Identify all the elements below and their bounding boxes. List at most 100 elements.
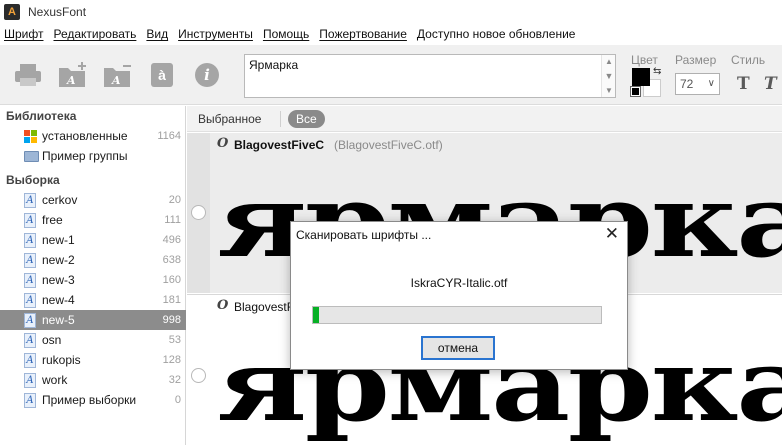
font-set-icon: A: [24, 233, 36, 248]
info-icon: i: [195, 63, 219, 87]
color-label: Цвет: [631, 53, 658, 67]
app-logo-icon: A: [4, 3, 20, 20]
library-section-title: Библиотека: [6, 109, 77, 123]
sidebar-item-free[interactable]: A free 111: [0, 210, 186, 230]
sidebar-item-count: 638: [162, 254, 181, 266]
sidebar-item-label: Пример выборки: [42, 393, 137, 407]
opentype-icon: O: [217, 136, 229, 151]
remove-library-button[interactable]: A: [103, 60, 133, 90]
sidebar-item-count: 181: [162, 294, 181, 306]
close-icon[interactable]: ✕: [605, 225, 619, 243]
font-select-radio[interactable]: [191, 368, 206, 383]
sidebar-item-cerkov[interactable]: A cerkov 20: [0, 190, 186, 210]
menu-bar: Шрифт Редактировать Вид Инструменты Помо…: [0, 23, 782, 45]
sample-text-value: Ярмарка: [249, 58, 299, 72]
print-button[interactable]: [13, 60, 43, 90]
font-set-icon: A: [24, 333, 36, 348]
sidebar-item-new-5[interactable]: A new-5 998: [0, 310, 186, 330]
add-library-icon: A: [59, 62, 86, 87]
selection-section-title: Выборка: [6, 173, 60, 187]
menu-help[interactable]: Помощь: [263, 27, 309, 41]
svg-text:A: A: [66, 74, 76, 87]
tab-divider: [280, 111, 281, 127]
sidebar-item-count: 32: [168, 374, 181, 386]
font-set-icon: A: [24, 313, 36, 328]
sidebar-item-label: установленные: [42, 129, 128, 143]
sidebar-item-new-1[interactable]: A new-1 496: [0, 230, 186, 250]
sidebar-item-label: free: [42, 213, 63, 227]
sidebar-item-label: new-2: [42, 253, 75, 267]
font-set-icon: A: [24, 253, 36, 268]
scanning-file-name: IskraCYR-Italic.otf: [410, 276, 508, 290]
menu-donate[interactable]: Пожертвование: [319, 27, 407, 41]
menu-tools[interactable]: Инструменты: [178, 27, 253, 41]
font-info-button[interactable]: i: [192, 60, 222, 90]
sidebar-item-count: 1164: [157, 130, 181, 142]
sidebar-item-work[interactable]: A work 32: [0, 370, 186, 390]
menu-update-available[interactable]: Доступно новое обновление: [417, 27, 576, 41]
toolbar: A A à i Ярмарка ▲ ▼ ▼ Цвет Размер Стиль …: [0, 45, 782, 105]
sidebar-item-count: 20: [168, 194, 181, 206]
sidebar-item-label: new-1: [42, 233, 75, 247]
font-set-icon: A: [24, 273, 36, 288]
opentype-icon: O: [217, 298, 229, 313]
sidebar-item-new-2[interactable]: A new-2 638: [0, 250, 186, 270]
font-set-icon: A: [24, 393, 36, 408]
window-title: NexusFont: [28, 4, 87, 19]
print-icon: [15, 64, 41, 86]
tab-selected[interactable]: Выбранное: [190, 110, 269, 128]
sidebar-item-label: rukopis: [42, 353, 81, 367]
sidebar-item-count: 496: [162, 234, 181, 246]
sidebar-item-example-group[interactable]: Пример группы: [0, 146, 186, 166]
sidebar-item-count: 128: [162, 354, 181, 366]
sample-history-dropdown[interactable]: ▼: [602, 54, 616, 98]
font-set-icon: A: [24, 353, 36, 368]
font-file-name: (BlagovestFiveC.otf): [334, 138, 443, 152]
progress-fill: [313, 307, 319, 323]
menu-edit[interactable]: Редактировать: [53, 27, 136, 41]
sidebar-item-count: 111: [164, 214, 181, 226]
sidebar: Библиотека установленные 1164 Пример гру…: [0, 106, 186, 445]
sidebar-item-osn[interactable]: A osn 53: [0, 330, 186, 350]
character-map-button[interactable]: à: [147, 60, 177, 90]
menu-view[interactable]: Вид: [146, 27, 168, 41]
title-bar: A NexusFont: [0, 0, 782, 23]
tab-all[interactable]: Все: [288, 110, 325, 128]
sidebar-item-count: 0: [174, 394, 181, 406]
reset-colors-icon[interactable]: [630, 86, 641, 97]
windows-icon: [24, 129, 37, 144]
bold-style-button[interactable]: T: [737, 74, 750, 94]
size-select[interactable]: 72 ∨: [675, 73, 720, 95]
foreground-color-swatch[interactable]: [632, 68, 650, 86]
sidebar-item-label: Пример группы: [42, 149, 128, 163]
chevron-down-icon: ▼: [604, 71, 614, 81]
sidebar-item-label: cerkov: [42, 193, 78, 207]
sidebar-item-example-selection[interactable]: A Пример выборки 0: [0, 390, 186, 410]
italic-style-button[interactable]: T: [764, 74, 777, 94]
font-set-icon: A: [24, 193, 36, 208]
size-value: 72: [680, 77, 694, 91]
font-set-icon: A: [24, 373, 36, 388]
sidebar-item-installed[interactable]: установленные 1164: [0, 126, 186, 146]
sidebar-item-new-3[interactable]: A new-3 160: [0, 270, 186, 290]
size-label: Размер: [675, 53, 717, 67]
sidebar-item-new-4[interactable]: A new-4 181: [0, 290, 186, 310]
sidebar-item-rukopis[interactable]: A rukopis 128: [0, 350, 186, 370]
add-library-button[interactable]: A: [58, 60, 88, 90]
font-name: BlagovestFiveC: [234, 138, 325, 152]
sidebar-item-count: 53: [168, 334, 181, 346]
character-map-icon: à: [151, 63, 173, 87]
folder-icon: [24, 151, 39, 162]
menu-font[interactable]: Шрифт: [4, 27, 43, 41]
filter-tabs: Выбранное Все: [187, 106, 782, 132]
cancel-button[interactable]: отмена: [421, 336, 495, 360]
sample-text-input[interactable]: Ярмарка ▲ ▼: [244, 54, 616, 98]
scan-fonts-dialog: Сканировать шрифты ... ✕ IskraCYR-Italic…: [290, 221, 628, 370]
font-select-radio[interactable]: [191, 205, 206, 220]
style-label: Стиль: [731, 53, 766, 67]
sidebar-item-label: work: [42, 373, 68, 387]
font-set-icon: A: [24, 293, 36, 308]
svg-text:A: A: [111, 74, 121, 87]
dialog-title: Сканировать шрифты ...: [296, 228, 432, 242]
swap-colors-icon[interactable]: ⇆: [653, 66, 661, 77]
